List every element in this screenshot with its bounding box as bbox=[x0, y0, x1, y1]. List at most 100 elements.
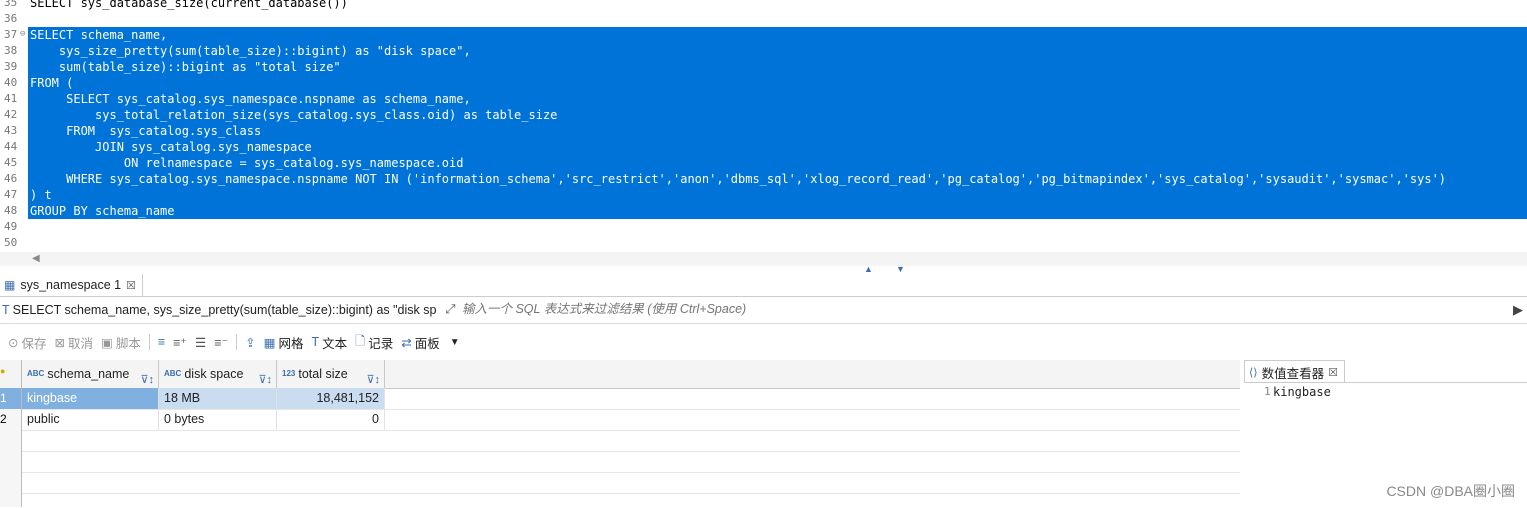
script-icon: ▣ bbox=[101, 335, 113, 350]
edit-icon: ≡ bbox=[157, 335, 166, 349]
row-number bbox=[0, 472, 22, 494]
cell-disk-space[interactable]: 0 bytes bbox=[159, 409, 277, 430]
tab-sys-namespace[interactable]: ▦ sys_namespace 1 ☒ bbox=[0, 274, 143, 296]
cell-schema-name[interactable]: kingbase bbox=[22, 388, 159, 409]
line-number: 47 bbox=[4, 188, 18, 201]
table-icon: ▦ bbox=[4, 278, 16, 292]
editor-line[interactable]: 41 SELECT sys_catalog.sys_namespace.nspn… bbox=[0, 91, 1527, 107]
empty-row bbox=[0, 451, 1240, 473]
filter-icon[interactable]: ⊽↕ bbox=[140, 366, 154, 388]
copy-row-button[interactable]: ☰ bbox=[195, 335, 206, 350]
filter-icon[interactable]: ⊽↕ bbox=[366, 366, 380, 388]
fold-icon[interactable]: ⊖ bbox=[20, 26, 25, 42]
editor-line[interactable]: 39 sum(table_size)::bigint as "total siz… bbox=[0, 59, 1527, 75]
editor-line[interactable]: 43 FROM sys_catalog.sys_class bbox=[0, 123, 1527, 139]
close-icon[interactable]: ☒ bbox=[126, 279, 136, 292]
editor-horizontal-scrollbar[interactable]: ◀ bbox=[0, 252, 1527, 266]
maximize-panel-up-icon[interactable]: ▲ bbox=[864, 264, 873, 274]
code-text: sys_size_pretty(sum(table_size)::bigint)… bbox=[30, 44, 471, 58]
editor-line[interactable]: 44 JOIN sys_catalog.sys_namespace bbox=[0, 139, 1527, 155]
editor-line[interactable]: 49 bbox=[0, 219, 1527, 235]
editor-line[interactable]: 42 sys_total_relation_size(sys_catalog.s… bbox=[0, 107, 1527, 123]
export-button[interactable]: ⇪ bbox=[245, 335, 255, 350]
row-number[interactable]: 2 bbox=[0, 409, 22, 431]
viewer-value: kingbase bbox=[1273, 385, 1331, 399]
filter-input[interactable] bbox=[462, 302, 1462, 316]
expand-icon[interactable]: ⤢ bbox=[445, 302, 455, 317]
empty-row bbox=[0, 493, 1240, 507]
filter-icon[interactable]: ⊽↕ bbox=[258, 366, 272, 388]
row-header-corner[interactable]: ● bbox=[0, 360, 22, 389]
panel-button[interactable]: ⇄ 面板 bbox=[401, 333, 440, 352]
cancel-button[interactable]: ⊠ 取消 bbox=[55, 333, 94, 352]
editor-line[interactable]: 48 GROUP BY schema_name bbox=[0, 203, 1527, 219]
table-row[interactable]: 1 kingbase 18 MB 18,481,152 bbox=[0, 388, 1240, 410]
editor-line[interactable]: 50 bbox=[0, 235, 1527, 251]
save-button[interactable]: ⊙ 保存 bbox=[8, 333, 47, 352]
text-type-icon: ABC bbox=[27, 369, 45, 378]
filter-query[interactable]: T SELECT schema_name, sys_size_pretty(su… bbox=[2, 302, 455, 317]
add-row-icon: ≡⁺ bbox=[173, 335, 188, 350]
cell-disk-space[interactable]: 18 MB bbox=[159, 388, 277, 409]
editor-line[interactable]: 38 sys_size_pretty(sum(table_size)::bigi… bbox=[0, 43, 1527, 59]
line-number: 40 bbox=[4, 76, 18, 89]
code-text: SELECT schema_name, bbox=[30, 28, 168, 42]
delete-row-icon: ≡⁻ bbox=[214, 335, 229, 350]
close-icon[interactable]: ☒ bbox=[1328, 366, 1338, 379]
row-number bbox=[0, 430, 22, 452]
line-number: 43 bbox=[4, 124, 18, 137]
column-header-schema-name[interactable]: ABC schema_name ⊽↕ bbox=[22, 360, 159, 388]
text-type-icon: ABC bbox=[164, 369, 182, 378]
code-text: FROM ( bbox=[30, 76, 74, 90]
line-number: 46 bbox=[4, 172, 18, 185]
editor-line[interactable]: 40 FROM ( bbox=[0, 75, 1527, 91]
editor-line[interactable]: 47) t bbox=[0, 187, 1527, 203]
column-header-total-size[interactable]: 123 total size ⊽↕ bbox=[277, 360, 385, 388]
line-number: 42 bbox=[4, 108, 18, 121]
column-header-disk-space[interactable]: ABC disk space ⊽↕ bbox=[159, 360, 277, 388]
editor-line[interactable]: 36 bbox=[0, 11, 1527, 27]
editor-line[interactable]: 46 WHERE sys_catalog.sys_namespace.nspna… bbox=[0, 171, 1527, 187]
line-number: 36 bbox=[4, 12, 18, 25]
table-row[interactable]: 2 public 0 bytes 0 bbox=[0, 409, 1240, 431]
maximize-panel-down-icon[interactable]: ▼ bbox=[896, 264, 905, 274]
line-number: 49 bbox=[4, 220, 18, 233]
row-number[interactable]: 1 bbox=[0, 388, 22, 410]
line-number: 50 bbox=[4, 236, 18, 249]
upload-icon: ⇪ bbox=[245, 335, 256, 350]
results-grid: ● ABC schema_name ⊽↕ ABC disk space ⊽↕ 1… bbox=[0, 360, 1240, 507]
line-number: 48 bbox=[4, 204, 18, 217]
line-number: 35 bbox=[4, 0, 18, 9]
cell-total-size[interactable]: 18,481,152 bbox=[277, 388, 385, 409]
run-filter-icon[interactable]: ▶ bbox=[1513, 302, 1523, 318]
check-circle-icon: ⊙ bbox=[8, 335, 19, 350]
editor-line[interactable]: 45 ON relnamespace = sys_catalog.sys_nam… bbox=[0, 155, 1527, 171]
line-number: 45 bbox=[4, 156, 18, 169]
script-button[interactable]: ▣ 脚本 bbox=[101, 333, 141, 352]
viewer-line-number: 1 bbox=[1264, 385, 1271, 398]
line-number: 44 bbox=[4, 140, 18, 153]
key-icon: ● bbox=[0, 366, 6, 376]
tab-value-viewer[interactable]: ⟨⟩ 数值查看器 ☒ bbox=[1244, 360, 1345, 383]
edit-cell-button[interactable]: ≡ bbox=[158, 335, 165, 349]
value-viewer-icon: ⟨⟩ bbox=[1249, 366, 1258, 379]
row-number bbox=[0, 451, 22, 473]
add-row-button[interactable]: ≡⁺ bbox=[173, 335, 187, 350]
code-text: GROUP BY schema_name bbox=[30, 204, 175, 218]
code-text: JOIN sys_catalog.sys_namespace bbox=[30, 140, 312, 154]
sql-editor[interactable]: 35 SELECT sys_database_size(current_datab… bbox=[0, 0, 1527, 252]
row-number bbox=[0, 493, 22, 507]
grid-view-button[interactable]: ▦ 网格 bbox=[264, 333, 304, 352]
delete-row-button[interactable]: ≡⁻ bbox=[214, 335, 228, 350]
cell-total-size[interactable]: 0 bbox=[277, 409, 385, 430]
sql-text-icon: T bbox=[2, 302, 10, 317]
cell-schema-name[interactable]: public bbox=[22, 409, 159, 430]
editor-line[interactable]: 35 SELECT sys_database_size(current_datab… bbox=[0, 0, 1527, 11]
line-number: 38 bbox=[4, 44, 18, 57]
record-view-button[interactable]: 🗋 记录 bbox=[355, 332, 393, 353]
panel-dropdown-icon[interactable]: ▼ bbox=[450, 337, 460, 348]
editor-line[interactable]: 37 ⊖ SELECT schema_name, bbox=[0, 27, 1527, 43]
text-icon: T bbox=[311, 335, 320, 349]
scroll-left-icon[interactable]: ◀ bbox=[32, 252, 40, 266]
text-view-button[interactable]: T 文本 bbox=[311, 333, 347, 352]
